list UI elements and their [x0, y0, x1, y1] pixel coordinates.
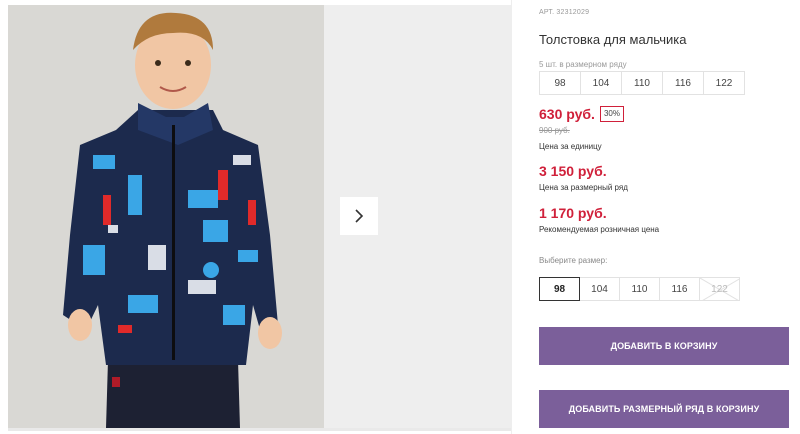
- range-size-cell: 110: [621, 71, 663, 95]
- product-sku: АРТ. 32312029: [539, 9, 590, 16]
- range-price-caption: Цена за размерный ряд: [539, 183, 628, 192]
- size-option-116[interactable]: 116: [659, 277, 700, 301]
- size-option-104[interactable]: 104: [579, 277, 620, 301]
- range-price: 3 150 руб.: [539, 163, 607, 179]
- size-option-label: 122: [711, 283, 728, 295]
- range-note: 5 шт. в размерном ряду: [539, 60, 627, 69]
- old-price: 900 руб.: [539, 126, 570, 135]
- column-divider: [511, 0, 512, 434]
- size-selector-label: Выберите размер:: [539, 256, 608, 265]
- range-sizes: 98 104 110 116 122: [539, 71, 745, 95]
- add-range-to-cart-button[interactable]: Добавить размерный ряд в корзину: [539, 390, 789, 428]
- gallery-next-button[interactable]: [340, 197, 378, 235]
- size-option-98[interactable]: 98: [539, 277, 580, 301]
- unit-price-row: 630 руб. 30%: [539, 106, 624, 122]
- range-size-cell: 98: [539, 71, 581, 95]
- chevron-right-icon: [353, 208, 365, 224]
- size-option-122: 122: [699, 277, 740, 301]
- size-selector: 98 104 110 116 122: [539, 277, 740, 301]
- product-title: Толстовка для мальчика: [539, 32, 687, 47]
- unit-price: 630 руб.: [539, 106, 595, 122]
- retail-price-caption: Рекомендуемая розничная цена: [539, 225, 660, 234]
- range-size-cell: 122: [703, 71, 745, 95]
- retail-price: 1 170 руб.: [539, 205, 607, 221]
- range-size-cell: 116: [662, 71, 704, 95]
- range-size-cell: 104: [580, 71, 622, 95]
- add-to-cart-button[interactable]: Добавить в корзину: [539, 327, 789, 365]
- discount-badge: 30%: [599, 106, 624, 122]
- product-photo-main[interactable]: [8, 5, 324, 428]
- unit-price-caption: Цена за единицу: [539, 142, 602, 151]
- size-option-110[interactable]: 110: [619, 277, 660, 301]
- product-gallery: [8, 5, 511, 431]
